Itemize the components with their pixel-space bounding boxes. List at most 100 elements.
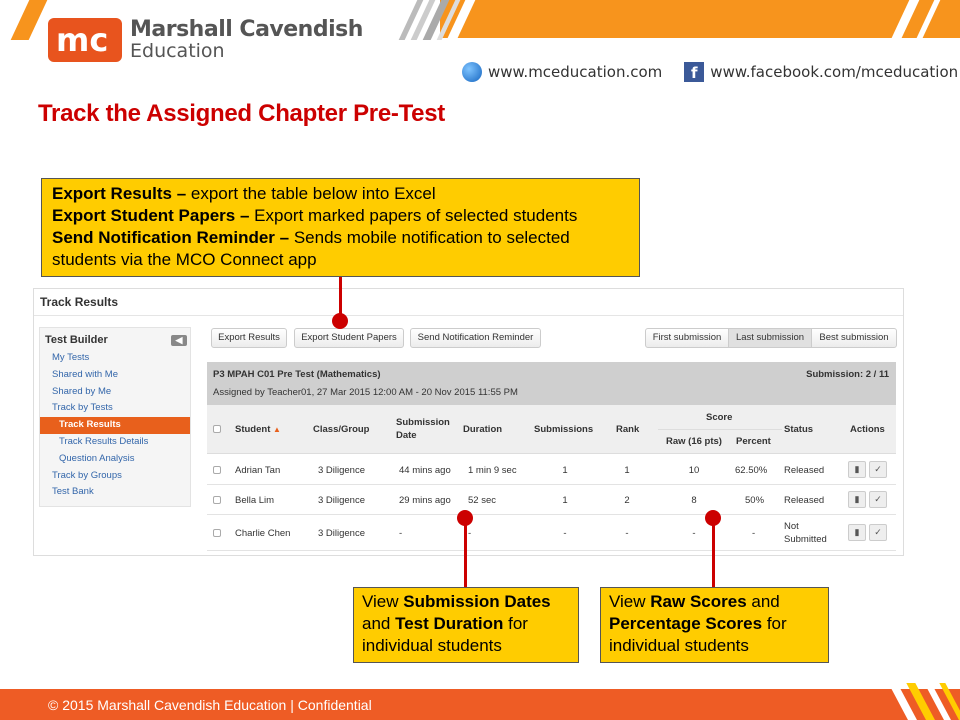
cell-duration: - [468, 528, 472, 539]
callout-raw-scores: View Raw Scores and Percentage Scores fo… [600, 587, 829, 663]
cell-status: Released [784, 465, 825, 476]
cell-raw: 10 [688, 465, 700, 476]
svg-text:mc: mc [56, 21, 108, 59]
footer: © 2015 Marshall Cavendish Education | Co… [0, 683, 960, 720]
table-row: Adrian Tan 3 Diligence 44 mins ago 1 min… [207, 455, 896, 485]
pointer-line [464, 518, 467, 588]
brand-name-line2: Education [130, 40, 225, 62]
edit-check-icon[interactable]: ✓ [869, 491, 887, 508]
cell-raw: 8 [691, 495, 697, 506]
edit-check-icon[interactable]: ✓ [869, 461, 887, 478]
divider [658, 429, 782, 430]
cell-date: - [399, 528, 403, 539]
pointer-dot [457, 510, 473, 526]
pointer-line [712, 518, 715, 588]
export-student-papers-button[interactable]: Export Student Papers [294, 328, 404, 348]
callout-line: Send Notification Reminder – Sends mobil… [52, 228, 570, 269]
best-submission-button[interactable]: Best submission [811, 328, 897, 348]
cell-raw: - [692, 528, 696, 539]
pointer-dot [705, 510, 721, 526]
cell-rank: 1 [624, 465, 630, 476]
column-rank: Rank [616, 424, 640, 435]
column-status: Status [784, 424, 814, 435]
sidebar-item-my-tests[interactable]: My Tests [40, 350, 190, 367]
sidebar-item-shared-with-me[interactable]: Shared with Me [40, 367, 190, 384]
sidebar-item-track-by-groups[interactable]: Track by Groups [40, 468, 190, 485]
callout-line: Export Results – export the table below … [52, 184, 436, 203]
page-title: Track the Assigned Chapter Pre-Test [38, 100, 445, 127]
brand-name-line1: Marshall Cavendish [130, 17, 363, 42]
cell-submissions: 1 [562, 495, 568, 506]
cell-submissions: - [563, 528, 567, 539]
row-checkbox[interactable] [213, 496, 221, 504]
callout-line: Export Student Papers – Export marked pa… [52, 206, 578, 225]
cell-student: Bella Lim [235, 495, 275, 506]
cell-status: Released [784, 495, 825, 506]
cell-status-line2: Submitted [784, 534, 827, 545]
send-notification-reminder-button[interactable]: Send Notification Reminder [410, 328, 541, 348]
pointer-dot [332, 313, 348, 329]
sidebar: Test Builder ◀ My Tests Shared with Me S… [39, 327, 191, 507]
column-submission-date-line1: Submission [396, 417, 450, 428]
divider [34, 315, 903, 316]
cell-percent: 62.50% [735, 465, 768, 476]
column-student[interactable]: Student ▲ [235, 424, 281, 435]
cell-duration: 1 min 9 sec [468, 465, 517, 476]
cell-percent: 50% [745, 495, 765, 506]
cell-rank: 2 [624, 495, 630, 506]
export-results-button[interactable]: Export Results [211, 328, 287, 348]
document-icon[interactable]: ▮ [848, 461, 866, 478]
cell-date: 29 mins ago [399, 495, 451, 506]
facebook-icon: f [684, 62, 705, 82]
submission-count: Submission: 2 / 11 [806, 369, 889, 380]
test-name: P3 MPAH C01 Pre Test (Mathematics) [213, 369, 381, 380]
table-row: Bella Lim 3 Diligence 29 mins ago 52 sec… [207, 485, 896, 515]
table-row: Charlie Chen 3 Diligence - - - - - - Not… [207, 515, 896, 551]
cell-date: 44 mins ago [399, 465, 451, 476]
results-table-header: Student ▲ Class/Group Submission Date Du… [207, 405, 896, 454]
cell-duration: 52 sec [468, 495, 496, 506]
brand-logo-mark: mc [48, 18, 122, 62]
sidebar-item-test-bank[interactable]: Test Bank [40, 484, 190, 501]
panel-title: Track Results [40, 295, 119, 309]
column-class-group: Class/Group [313, 424, 370, 435]
header-stripe [6, 0, 52, 40]
document-icon[interactable]: ▮ [848, 491, 866, 508]
test-info-header: P3 MPAH C01 Pre Test (Mathematics) Assig… [207, 362, 896, 405]
cell-submissions: 1 [562, 465, 568, 476]
cell-student: Adrian Tan [235, 465, 281, 476]
cell-class: 3 Diligence [318, 495, 365, 506]
column-duration: Duration [463, 424, 503, 435]
cell-percent: - [752, 528, 756, 539]
sidebar-item-track-by-tests[interactable]: Track by Tests [40, 400, 190, 417]
cell-rank: - [625, 528, 629, 539]
globe-icon [462, 62, 482, 82]
brand-logo: mc Marshall Cavendish Education [48, 18, 363, 62]
column-percent: Percent [736, 436, 771, 447]
column-score: Score [706, 412, 733, 423]
column-submission-date-line2: Date [396, 430, 417, 441]
column-actions: Actions [850, 424, 885, 435]
sort-asc-icon: ▲ [273, 425, 281, 434]
cell-student: Charlie Chen [235, 528, 291, 539]
facebook-link[interactable]: www.facebook.com/mceducation [710, 63, 958, 81]
footer-copyright: © 2015 Marshall Cavendish Education | Co… [48, 697, 372, 713]
cell-status: Not [784, 521, 799, 532]
sidebar-item-track-results[interactable]: Track Results [40, 417, 190, 434]
document-icon[interactable]: ▮ [848, 524, 866, 541]
sidebar-item-shared-by-me[interactable]: Shared by Me [40, 384, 190, 401]
first-submission-button[interactable]: First submission [645, 328, 729, 348]
row-checkbox[interactable] [213, 529, 221, 537]
header-links: www.mceducation.com f www.facebook.com/m… [462, 62, 958, 82]
last-submission-button[interactable]: Last submission [728, 328, 812, 348]
website-link[interactable]: www.mceducation.com [488, 63, 662, 81]
sidebar-item-track-results-details[interactable]: Track Results Details [40, 434, 190, 451]
sidebar-item-question-analysis[interactable]: Question Analysis [40, 451, 190, 468]
edit-check-icon[interactable]: ✓ [869, 524, 887, 541]
sidebar-heading: Test Builder ◀ [40, 328, 190, 350]
chevron-left-icon[interactable]: ◀ [171, 335, 187, 346]
select-all-checkbox[interactable] [213, 425, 221, 433]
callout-submission-dates: View Submission Dates and Test Duration … [353, 587, 579, 663]
row-checkbox[interactable] [213, 466, 221, 474]
cell-class: 3 Diligence [318, 528, 365, 539]
